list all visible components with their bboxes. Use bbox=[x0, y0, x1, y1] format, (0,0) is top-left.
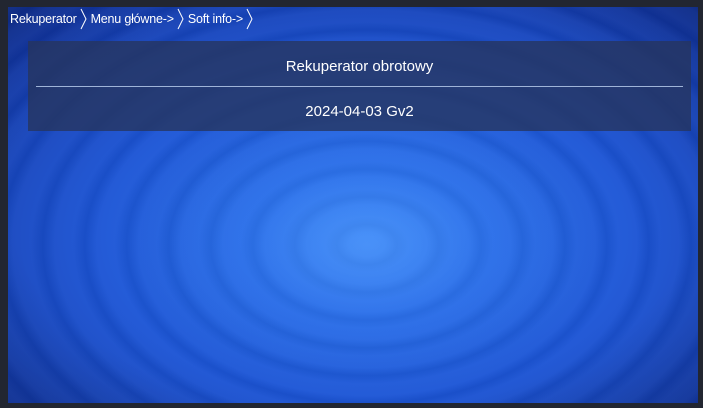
device-name-text: Rekuperator obrotowy bbox=[285, 58, 434, 75]
breadcrumb-item-menu-glowne[interactable]: Menu główne-> bbox=[89, 8, 186, 30]
chevron-right-icon bbox=[246, 8, 253, 30]
breadcrumb-label: Menu główne-> bbox=[90, 12, 174, 26]
breadcrumb-label: Rekuperator bbox=[10, 12, 77, 26]
breadcrumb: Rekuperator Menu główne-> Soft info-> bbox=[8, 7, 255, 31]
touch-screen: Rekuperator Menu główne-> Soft info-> Re… bbox=[8, 7, 698, 403]
breadcrumb-label: Soft info-> bbox=[187, 12, 243, 26]
panel-divider bbox=[36, 86, 683, 87]
chevron-right-icon bbox=[80, 8, 87, 30]
soft-info-panel: Rekuperator obrotowy 2024-04-03 Gv2 bbox=[28, 41, 691, 131]
breadcrumb-item-rekuperator[interactable]: Rekuperator bbox=[8, 8, 89, 30]
breadcrumb-item-soft-info[interactable]: Soft info-> bbox=[186, 8, 255, 30]
chevron-right-icon bbox=[177, 8, 184, 30]
software-version-text: 2024-04-03 Gv2 bbox=[305, 103, 414, 120]
